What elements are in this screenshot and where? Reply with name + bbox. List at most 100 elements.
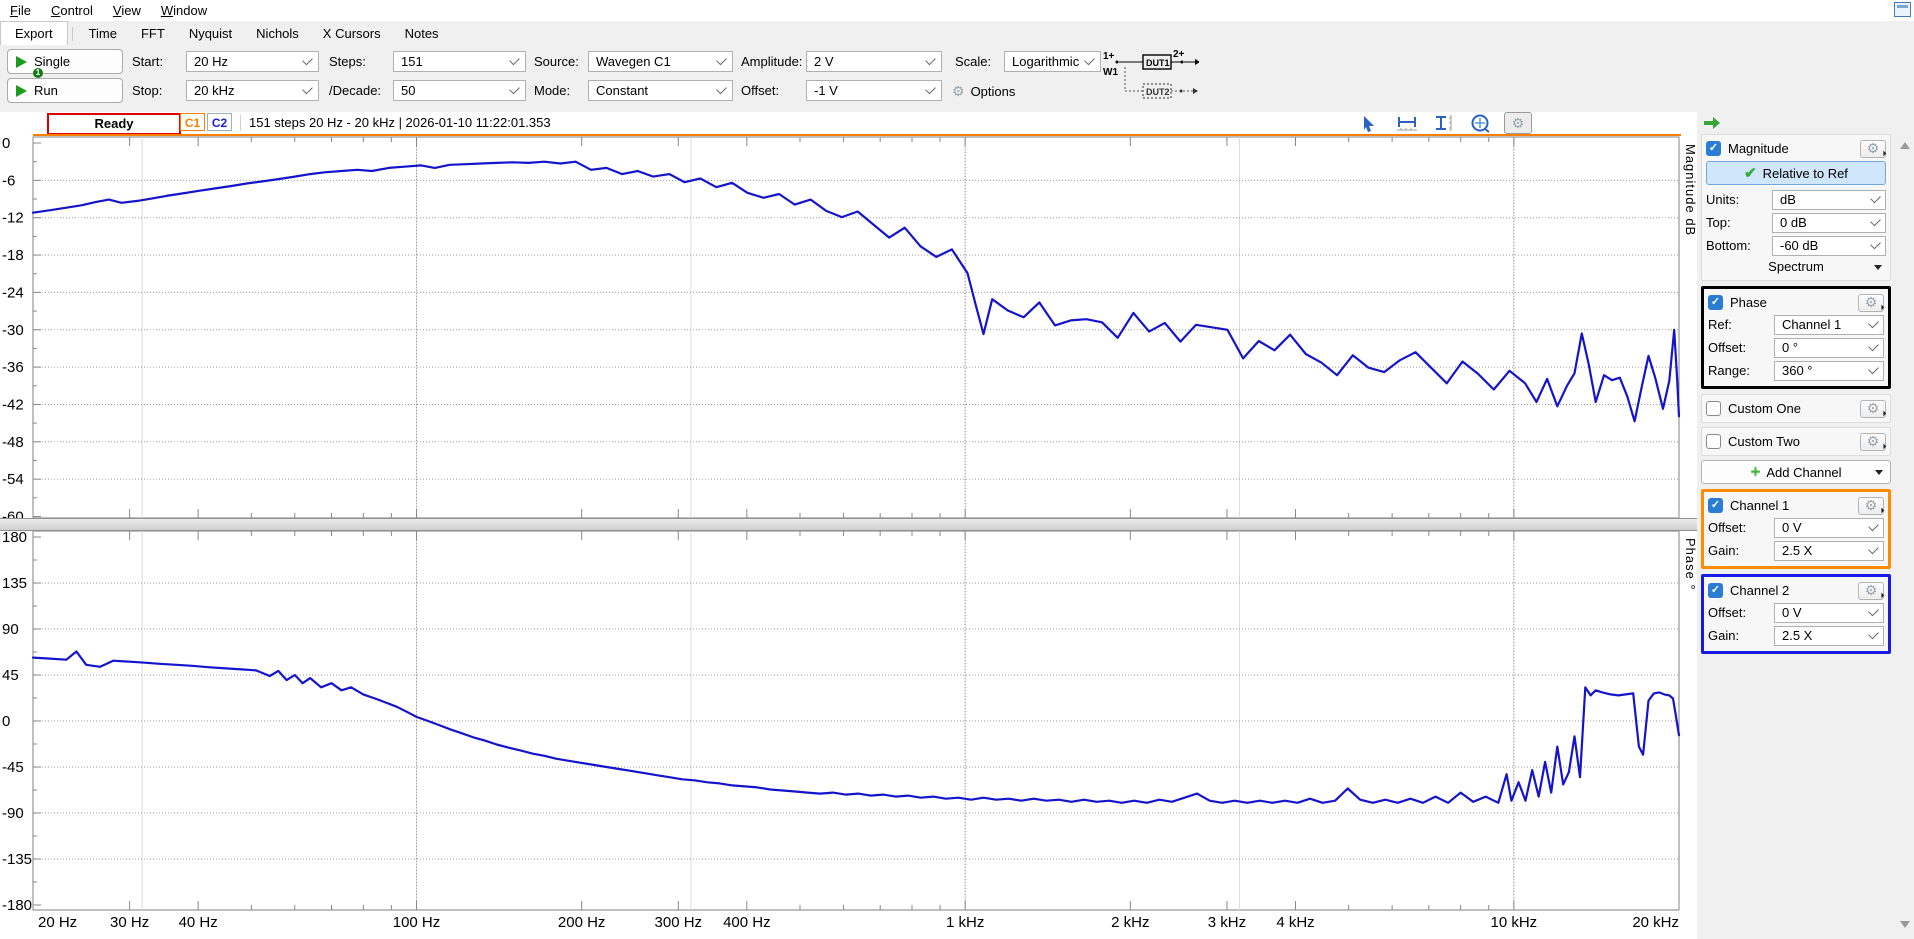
range-select[interactable]: 360 ° [1774,361,1884,381]
custom-two-gear-button[interactable]: ⚙ [1860,433,1886,451]
stop-select[interactable]: 20 kHz [186,80,319,101]
range-value: 360 ° [1782,363,1813,378]
channel2-offset-value: 0 V [1782,605,1802,620]
amplitude-select[interactable]: 2 V [806,51,942,72]
menu-control[interactable]: Control [41,0,103,20]
units-select[interactable]: dB [1772,190,1886,210]
node-1plus-label: 1+ [1103,51,1115,62]
play-run-icon [16,85,27,97]
bode-plot[interactable]: 0-6-12-18-24-30-36-42-48-54-601801359045… [0,136,1697,939]
channel2-offset-select[interactable]: 0 V [1774,603,1884,623]
magnitude-checkbox[interactable]: ✓ [1706,141,1721,156]
scale-select[interactable]: Logarithmic [1004,51,1101,72]
units-value: dB [1780,192,1796,207]
caret-down-icon [1874,265,1882,270]
zoom-icon[interactable] [1469,113,1491,133]
mode-select[interactable]: Constant [588,80,733,101]
offset-select[interactable]: -1 V [806,80,942,101]
mode-label: Mode: [534,83,570,98]
controls-panel: 1 Single Start: 20 Hz Steps: 151 Source:… [0,45,1914,113]
plot-settings-button[interactable]: ⚙ [1504,112,1532,134]
channel2-checkbox[interactable]: ✓ [1708,583,1723,598]
magnitude-gear-button[interactable]: ⚙ [1860,140,1886,158]
chevron-down-icon [1870,216,1881,227]
relative-to-ref-button[interactable]: ✔ Relative to Ref [1706,161,1886,185]
channel1-offset-select[interactable]: 0 V [1774,518,1884,538]
options-dropdown[interactable]: ⚙ Options [952,80,1102,102]
scroll-down-icon[interactable] [1900,921,1910,928]
sidebar-scrollbar[interactable] [1898,140,1912,930]
stop-label: Stop: [132,83,162,98]
vertical-cursors-icon[interactable] [1432,113,1456,133]
menu-file[interactable]: File [0,0,41,20]
phase-gear-button[interactable]: ⚙ [1858,294,1884,312]
top-value: 0 dB [1780,215,1807,230]
custom-one-gear-button[interactable]: ⚙ [1860,400,1886,418]
toolbar-time[interactable]: Time [77,22,129,44]
run-button-label: Run [34,83,58,98]
channel2-offset-label: Offset: [1708,605,1774,620]
cursor-pointer-icon[interactable] [1360,113,1382,133]
magnitude-group: ✓ Magnitude ⚙ ✔ Relative to Ref Units: d… [1701,134,1891,281]
magnitude-y-axis-label: -36 [2,359,24,376]
channel1-gear-button[interactable]: ⚙ [1858,497,1884,515]
plot-splitter-handle[interactable] [0,518,1697,531]
single-button[interactable]: 1 Single [7,49,123,74]
phase-y-axis-label: 90 [2,621,19,638]
x-axis-label: 300 Hz [655,914,703,931]
w1-label: W1 [1103,67,1118,78]
phase-checkbox[interactable]: ✓ [1708,295,1723,310]
phase-axis-label: Phase ° [1683,538,1698,591]
toolbar-nichols[interactable]: Nichols [244,22,311,44]
source-select[interactable]: Wavegen C1 [588,51,733,72]
ref-label: Ref: [1708,317,1774,332]
phase-curve [33,652,1679,803]
custom-two-checkbox[interactable] [1706,434,1721,449]
magnitude-y-axis-label: -48 [2,434,24,451]
toolbar-nyquist[interactable]: Nyquist [177,22,244,44]
toolbar-export[interactable]: Export [0,21,68,45]
toolbar-x-cursors[interactable]: X Cursors [311,22,393,44]
chevron-down-icon [1868,629,1879,640]
steps-label: Steps: [329,54,366,69]
gear-icon: ⚙ [1512,115,1525,132]
spectrum-expander[interactable]: Spectrum [1706,257,1886,276]
add-channel-button[interactable]: + Add Channel [1701,460,1891,484]
phase-y-axis-label: -135 [2,851,32,868]
ref-select[interactable]: Channel 1 [1774,315,1884,335]
steps-select[interactable]: 151 [393,51,526,72]
menu-view[interactable]: View [103,0,151,20]
custom-one-checkbox[interactable] [1706,401,1721,416]
bottom-label: Bottom: [1706,238,1772,253]
channel1-gain-select[interactable]: 2.5 X [1774,541,1884,561]
magnitude-y-axis-label: -18 [2,247,24,264]
gear-icon: ⚙ [1867,433,1880,450]
phase-offset-select[interactable]: 0 ° [1774,338,1884,358]
scroll-up-icon[interactable] [1900,142,1910,149]
channel1-tab[interactable]: C1 [180,113,205,131]
bottom-select[interactable]: -60 dB [1772,236,1886,256]
toolbar-fft[interactable]: FFT [129,22,177,44]
channel2-tab[interactable]: C2 [207,113,232,131]
channel2-gear-button[interactable]: ⚙ [1858,582,1884,600]
window-restore-icon[interactable] [1894,2,1911,17]
top-select[interactable]: 0 dB [1772,213,1886,233]
mode-value: Constant [596,83,648,98]
decade-select[interactable]: 50 [393,80,526,101]
plus-icon: + [1750,462,1760,482]
source-value: Wavegen C1 [596,54,671,69]
channel1-checkbox[interactable]: ✓ [1708,498,1723,513]
chevron-down-icon [1868,606,1879,617]
gear-icon: ⚙ [1865,582,1878,599]
start-select[interactable]: 20 Hz [186,51,319,72]
collapse-panel-arrow-icon[interactable] [1702,115,1914,132]
x-axis-label: 1 kHz [946,914,984,931]
menu-window[interactable]: Window [151,0,217,20]
toolbar: Export TimeFFTNyquistNicholsX CursorsNote… [0,21,1914,46]
toolbar-notes[interactable]: Notes [393,22,451,44]
horizontal-cursors-icon[interactable] [1395,113,1419,133]
channel2-gain-select[interactable]: 2.5 X [1774,626,1884,646]
magnitude-y-axis-label: -54 [2,471,24,488]
run-button[interactable]: Run [7,78,123,103]
decade-value: 50 [401,83,415,98]
